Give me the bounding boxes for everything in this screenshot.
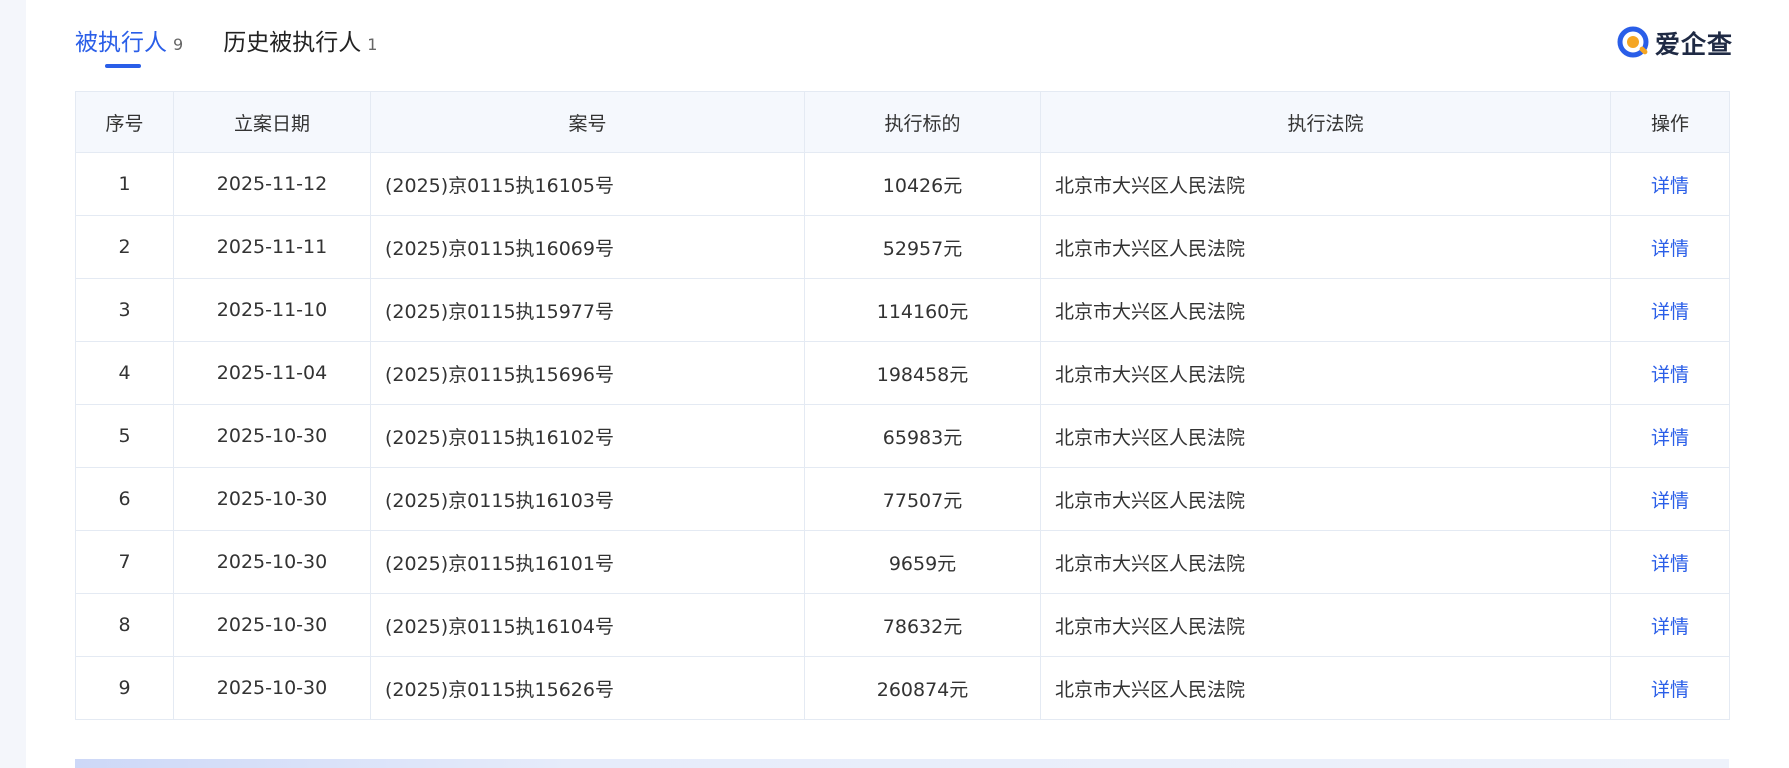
cell-case-no: (2025)京0115执15696号 <box>370 341 805 405</box>
cell-court: 北京市大兴区人民法院 <box>1040 656 1611 720</box>
tab-executed-person[interactable]: 被执行人 9 <box>75 22 184 68</box>
header-action: 操作 <box>1610 91 1730 153</box>
cell-case-no: (2025)京0115执16103号 <box>370 467 805 531</box>
cell-index: 2 <box>75 215 174 279</box>
cell-amount: 52957元 <box>804 215 1041 279</box>
tab-bar: 被执行人 9 历史被执行人 1 <box>75 22 417 72</box>
cell-amount: 114160元 <box>804 278 1041 342</box>
cell-action: 详情 <box>1610 341 1730 405</box>
detail-link[interactable]: 详情 <box>1651 238 1689 260</box>
table-header-row: 序号 立案日期 案号 执行标的 执行法院 操作 <box>75 91 1730 153</box>
cell-action: 详情 <box>1610 593 1730 657</box>
cell-action: 详情 <box>1610 656 1730 720</box>
table-row: 5 2025-10-30 (2025)京0115执16102号 65983元 北… <box>75 404 1730 468</box>
cell-case-no: (2025)京0115执15626号 <box>370 656 805 720</box>
table-row: 4 2025-11-04 (2025)京0115执15696号 198458元 … <box>75 341 1730 405</box>
cell-date: 2025-11-12 <box>173 152 371 216</box>
cell-court: 北京市大兴区人民法院 <box>1040 593 1611 657</box>
cell-court: 北京市大兴区人民法院 <box>1040 215 1611 279</box>
cell-action: 详情 <box>1610 404 1730 468</box>
table-row: 2 2025-11-11 (2025)京0115执16069号 52957元 北… <box>75 215 1730 279</box>
cell-case-no: (2025)京0115执16105号 <box>370 152 805 216</box>
cell-index: 1 <box>75 152 174 216</box>
cell-court: 北京市大兴区人民法院 <box>1040 278 1611 342</box>
cell-index: 4 <box>75 341 174 405</box>
cell-amount: 9659元 <box>804 530 1041 594</box>
active-tab-indicator <box>105 64 141 68</box>
cell-date: 2025-10-30 <box>173 593 371 657</box>
cell-case-no: (2025)京0115执15977号 <box>370 278 805 342</box>
cell-date: 2025-10-30 <box>173 467 371 531</box>
table-row: 8 2025-10-30 (2025)京0115执16104号 78632元 北… <box>75 593 1730 657</box>
table-row: 9 2025-10-30 (2025)京0115执15626号 260874元 … <box>75 656 1730 720</box>
aiqicha-logo-icon <box>1617 26 1649 58</box>
tab-count: 1 <box>367 35 378 54</box>
cell-court: 北京市大兴区人民法院 <box>1040 152 1611 216</box>
cell-action: 详情 <box>1610 152 1730 216</box>
detail-link[interactable]: 详情 <box>1651 301 1689 323</box>
cell-index: 5 <box>75 404 174 468</box>
cell-index: 6 <box>75 467 174 531</box>
header-case-no: 案号 <box>370 91 805 153</box>
table-row: 3 2025-11-10 (2025)京0115执15977号 114160元 … <box>75 278 1730 342</box>
cell-action: 详情 <box>1610 278 1730 342</box>
cell-date: 2025-11-11 <box>173 215 371 279</box>
cell-index: 9 <box>75 656 174 720</box>
detail-link[interactable]: 详情 <box>1651 679 1689 701</box>
table-row: 7 2025-10-30 (2025)京0115执16101号 9659元 北京… <box>75 530 1730 594</box>
tab-label: 历史被执行人 <box>223 30 362 56</box>
table-row: 1 2025-11-12 (2025)京0115执16105号 10426元 北… <box>75 152 1730 216</box>
cell-action: 详情 <box>1610 215 1730 279</box>
cell-case-no: (2025)京0115执16104号 <box>370 593 805 657</box>
detail-link[interactable]: 详情 <box>1651 364 1689 386</box>
cell-amount: 78632元 <box>804 593 1041 657</box>
detail-link[interactable]: 详情 <box>1651 490 1689 512</box>
cell-index: 7 <box>75 530 174 594</box>
cell-case-no: (2025)京0115执16101号 <box>370 530 805 594</box>
cell-action: 详情 <box>1610 530 1730 594</box>
cell-index: 3 <box>75 278 174 342</box>
cell-date: 2025-10-30 <box>173 404 371 468</box>
cell-date: 2025-10-30 <box>173 656 371 720</box>
cell-amount: 77507元 <box>804 467 1041 531</box>
header-court: 执行法院 <box>1040 91 1611 153</box>
tab-historical-executed-person[interactable]: 历史被执行人 1 <box>223 22 377 64</box>
tab-count: 9 <box>173 35 184 54</box>
brand-logo: 爱企查 <box>1617 26 1733 60</box>
cell-case-no: (2025)京0115执16069号 <box>370 215 805 279</box>
cell-date: 2025-10-30 <box>173 530 371 594</box>
next-section-header-bar <box>75 759 1729 768</box>
header-amount: 执行标的 <box>804 91 1041 153</box>
detail-link[interactable]: 详情 <box>1651 175 1689 197</box>
cell-court: 北京市大兴区人民法院 <box>1040 467 1611 531</box>
header-date: 立案日期 <box>173 91 371 153</box>
header-index: 序号 <box>75 91 174 153</box>
cell-amount: 65983元 <box>804 404 1041 468</box>
cell-date: 2025-11-04 <box>173 341 371 405</box>
detail-link[interactable]: 详情 <box>1651 427 1689 449</box>
cell-amount: 260874元 <box>804 656 1041 720</box>
cell-amount: 10426元 <box>804 152 1041 216</box>
cell-action: 详情 <box>1610 467 1730 531</box>
cell-amount: 198458元 <box>804 341 1041 405</box>
cell-court: 北京市大兴区人民法院 <box>1040 530 1611 594</box>
cell-date: 2025-11-10 <box>173 278 371 342</box>
cell-court: 北京市大兴区人民法院 <box>1040 404 1611 468</box>
brand-name: 爱企查 <box>1655 30 1734 59</box>
executed-person-table: 序号 立案日期 案号 执行标的 执行法院 操作 1 2025-11-12 (20… <box>75 91 1730 720</box>
cell-case-no: (2025)京0115执16102号 <box>370 404 805 468</box>
cell-court: 北京市大兴区人民法院 <box>1040 341 1611 405</box>
cell-index: 8 <box>75 593 174 657</box>
detail-link[interactable]: 详情 <box>1651 553 1689 575</box>
detail-link[interactable]: 详情 <box>1651 616 1689 638</box>
table-row: 6 2025-10-30 (2025)京0115执16103号 77507元 北… <box>75 467 1730 531</box>
tab-label: 被执行人 <box>75 30 167 56</box>
